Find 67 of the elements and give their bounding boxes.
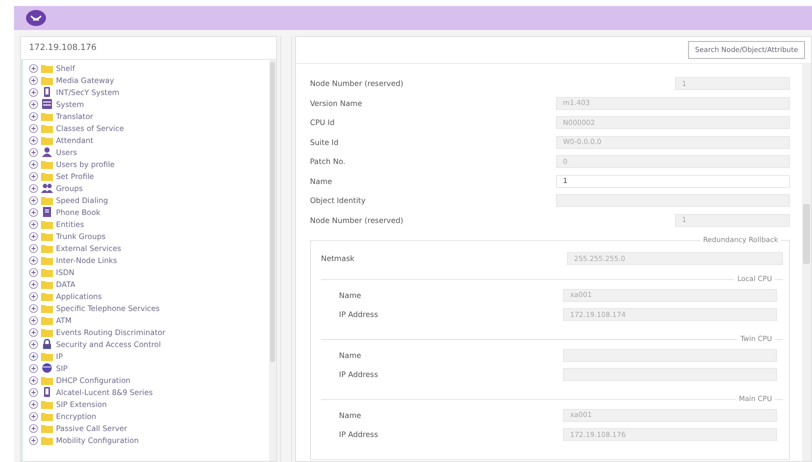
- folder-icon: [41, 304, 53, 312]
- scrollbar[interactable]: [802, 64, 811, 461]
- expand-icon[interactable]: [29, 232, 38, 240]
- lock-icon: [41, 339, 53, 349]
- expand-icon[interactable]: [29, 196, 38, 204]
- expand-icon[interactable]: [29, 376, 38, 384]
- folder-icon: [41, 400, 53, 408]
- expand-icon[interactable]: [29, 100, 38, 108]
- folder-icon: [41, 412, 53, 420]
- expand-icon[interactable]: [29, 304, 38, 312]
- folder-icon: [41, 220, 53, 228]
- expand-icon[interactable]: [29, 148, 38, 156]
- group-icon: [41, 183, 53, 193]
- expand-icon[interactable]: [29, 76, 38, 84]
- expand-icon[interactable]: [29, 352, 38, 360]
- folder-icon: [41, 196, 53, 204]
- expand-icon[interactable]: [29, 220, 38, 228]
- device-icon: [41, 387, 53, 397]
- folder-icon: [41, 136, 53, 144]
- expand-icon[interactable]: [29, 268, 38, 276]
- folder-icon: [41, 376, 53, 384]
- expand-icon[interactable]: [29, 112, 38, 120]
- expand-icon[interactable]: [29, 136, 38, 144]
- expand-icon[interactable]: [29, 88, 38, 96]
- folder-icon: [41, 292, 53, 300]
- folder-icon: [41, 256, 53, 264]
- folder-icon: [41, 112, 53, 120]
- expand-icon[interactable]: [29, 424, 38, 432]
- folder-icon: [41, 124, 53, 132]
- expand-icon[interactable]: [29, 292, 38, 300]
- folder-icon: [41, 436, 53, 444]
- expand-icon[interactable]: [29, 316, 38, 324]
- logo-icon[interactable]: [26, 10, 46, 26]
- expand-icon[interactable]: [29, 172, 38, 180]
- expand-icon[interactable]: [29, 280, 38, 288]
- expand-icon[interactable]: [29, 364, 38, 372]
- expand-icon[interactable]: [29, 208, 38, 216]
- folder-icon: [41, 76, 53, 84]
- scrollbar[interactable]: [269, 60, 276, 461]
- expand-icon[interactable]: [29, 340, 38, 348]
- folder-icon: [41, 232, 53, 240]
- expand-icon[interactable]: [29, 256, 38, 264]
- cabinet-icon: [41, 99, 53, 109]
- folder-icon: [41, 244, 53, 252]
- expand-icon[interactable]: [29, 400, 38, 408]
- folder-icon: [41, 352, 53, 360]
- folder-icon: [41, 172, 53, 180]
- expand-icon[interactable]: [29, 412, 38, 420]
- folder-icon: [41, 280, 53, 288]
- device-icon: [41, 87, 53, 97]
- expand-icon[interactable]: [29, 388, 38, 396]
- book-icon: [41, 207, 53, 217]
- expand-icon[interactable]: [29, 436, 38, 444]
- expand-icon[interactable]: [29, 124, 38, 132]
- expand-icon[interactable]: [29, 160, 38, 168]
- folder-icon: [41, 160, 53, 168]
- expand-icon[interactable]: [29, 64, 38, 72]
- folder-icon: [41, 268, 53, 276]
- node-address: 172.19.108.176: [21, 37, 276, 60]
- user-icon: [41, 147, 53, 157]
- expand-icon[interactable]: [29, 184, 38, 192]
- folder-icon: [41, 424, 53, 432]
- expand-icon[interactable]: [29, 244, 38, 252]
- folder-icon: [41, 64, 53, 72]
- folder-icon: [41, 316, 53, 324]
- folder-icon: [41, 328, 53, 336]
- expand-icon[interactable]: [29, 328, 38, 336]
